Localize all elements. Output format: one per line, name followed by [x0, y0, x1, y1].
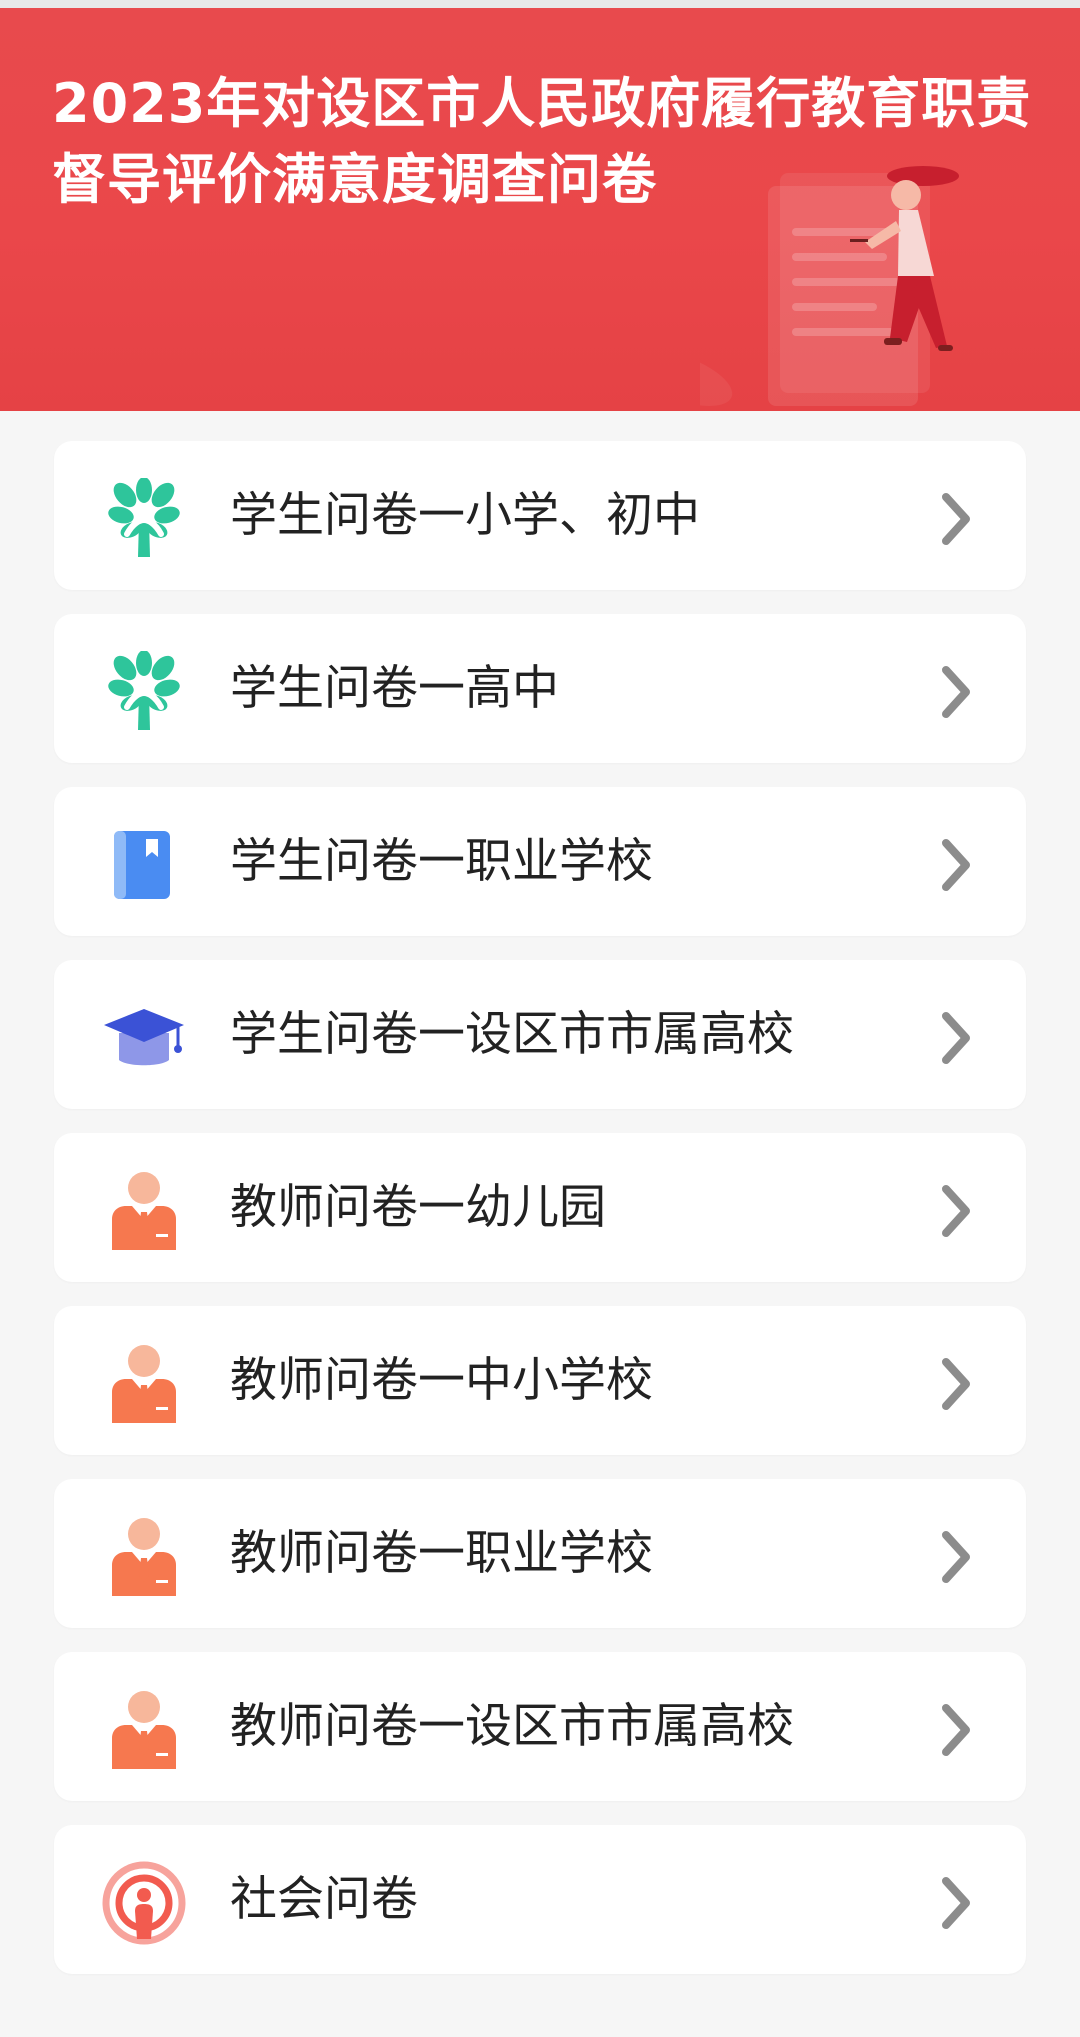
teacher-icon — [102, 1342, 186, 1426]
chevron-right-icon — [942, 493, 970, 545]
chevron-right-icon — [942, 1358, 970, 1410]
chevron-right-icon — [942, 666, 970, 718]
chevron-right-icon — [942, 1877, 970, 1929]
survey-item-teacher-primary-secondary[interactable]: 教师问卷一中小学校 — [54, 1306, 1026, 1455]
book-icon — [102, 823, 186, 907]
survey-item-teacher-city-university[interactable]: 教师问卷一设区市市属高校 — [54, 1652, 1026, 1801]
survey-item-teacher-kindergarten[interactable]: 教师问卷一幼儿园 — [54, 1133, 1026, 1282]
tree-icon — [102, 650, 186, 734]
survey-item-student-city-university[interactable]: 学生问卷一设区市市属高校 — [54, 960, 1026, 1109]
chevron-right-icon — [942, 1012, 970, 1064]
survey-list: 学生问卷一小学、初中 学生问卷一高中 学生问卷一职业学校 学生问卷一设区市市属高… — [54, 441, 1026, 1998]
graduation-cap-icon — [102, 996, 186, 1080]
woman-writing-illustration — [700, 166, 959, 406]
survey-item-student-vocational[interactable]: 学生问卷一职业学校 — [54, 787, 1026, 936]
survey-item-label: 社会问卷 — [230, 1872, 418, 1927]
survey-banner: 2023年对设区市人民政府履行教育职责督导评价满意度调查问卷 — [0, 8, 1080, 411]
survey-item-label: 教师问卷一中小学校 — [230, 1353, 653, 1408]
survey-item-public[interactable]: 社会问卷 — [54, 1825, 1026, 1974]
teacher-icon — [102, 1515, 186, 1599]
survey-item-label: 学生问卷一设区市市属高校 — [230, 1007, 794, 1062]
chevron-right-icon — [942, 1531, 970, 1583]
survey-item-student-primary-junior[interactable]: 学生问卷一小学、初中 — [54, 441, 1026, 590]
teacher-icon — [102, 1169, 186, 1253]
chevron-right-icon — [942, 1185, 970, 1237]
survey-item-student-senior-high[interactable]: 学生问卷一高中 — [54, 614, 1026, 763]
top-strip — [0, 0, 1080, 8]
survey-item-label: 教师问卷一幼儿园 — [230, 1180, 606, 1235]
chevron-right-icon — [942, 1704, 970, 1756]
survey-item-label: 学生问卷一高中 — [230, 661, 559, 716]
survey-item-label: 学生问卷一职业学校 — [230, 834, 653, 889]
survey-item-label: 教师问卷一职业学校 — [230, 1526, 653, 1581]
survey-item-label: 教师问卷一设区市市属高校 — [230, 1699, 794, 1754]
survey-item-teacher-vocational[interactable]: 教师问卷一职业学校 — [54, 1479, 1026, 1628]
chevron-right-icon — [942, 839, 970, 891]
teacher-icon — [102, 1688, 186, 1772]
tree-icon — [102, 477, 186, 561]
broadcast-person-icon — [102, 1861, 186, 1945]
survey-item-label: 学生问卷一小学、初中 — [230, 488, 700, 543]
